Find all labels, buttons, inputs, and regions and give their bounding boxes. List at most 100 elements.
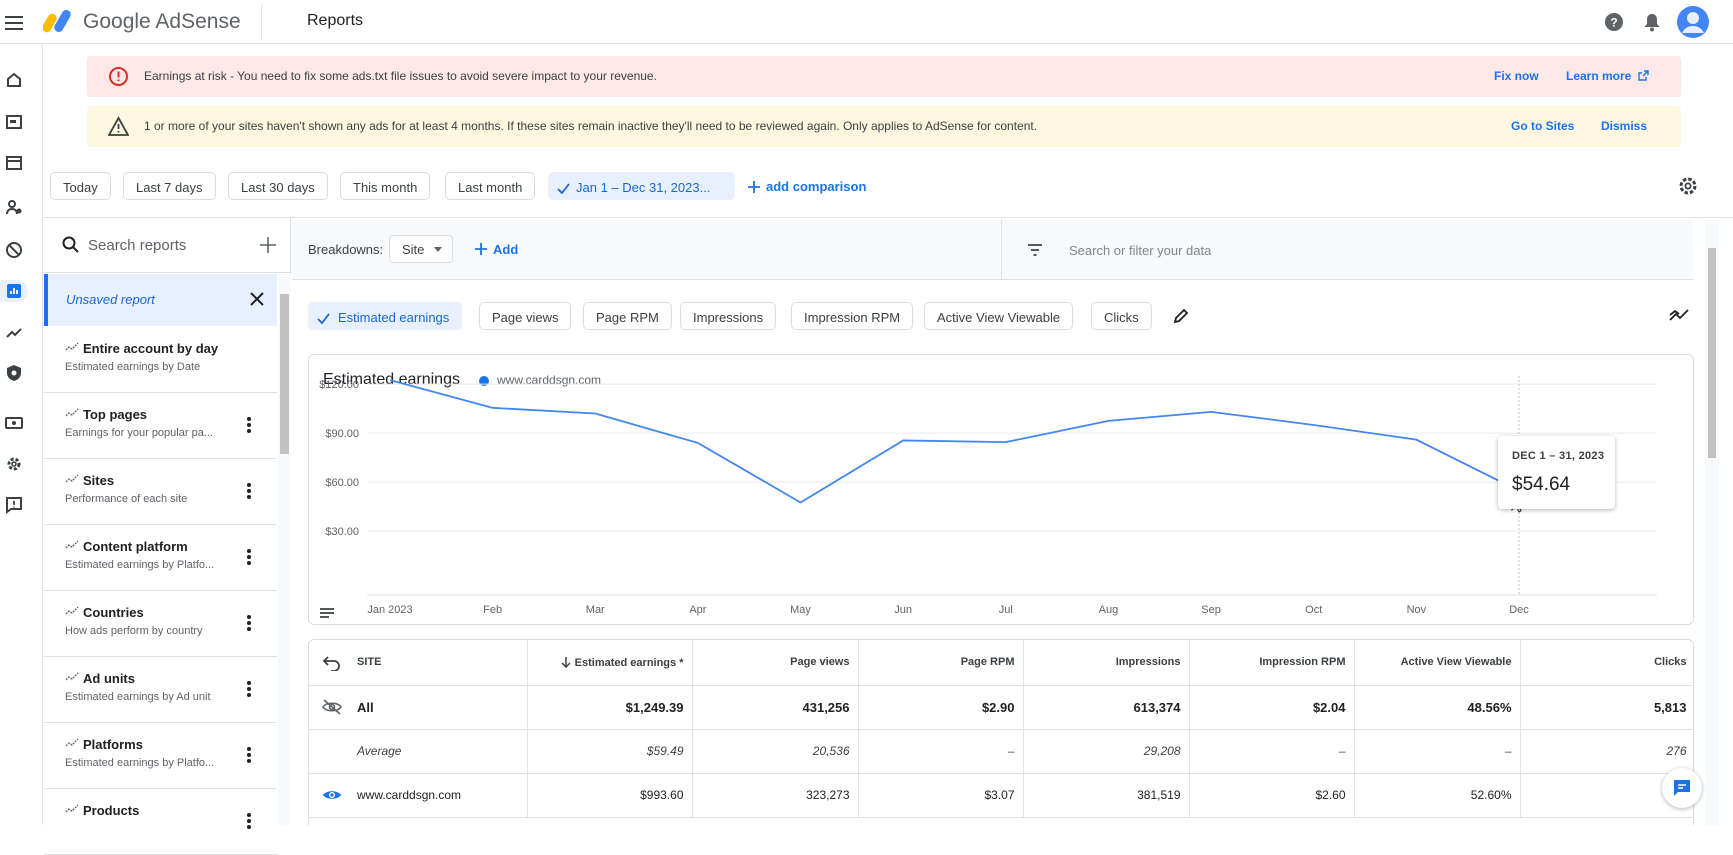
saved-report-item[interactable]: Content platform Estimated earnings by Pl…	[44, 525, 277, 591]
fix-now-link[interactable]: Fix now	[1494, 69, 1539, 83]
more-options-icon[interactable]	[246, 415, 252, 435]
saved-report-item[interactable]: Platforms Estimated earnings by Platfo...	[44, 723, 277, 789]
table-cell: $1,249.39	[527, 685, 693, 730]
sites-icon[interactable]	[3, 111, 25, 133]
sort-down-icon	[561, 656, 571, 668]
date-chip-last-month[interactable]: Last month	[445, 172, 536, 200]
search-reports[interactable]: Search reports	[44, 218, 291, 273]
table-cell: 613,374	[1023, 685, 1190, 730]
account-avatar[interactable]	[1677, 6, 1709, 38]
search-input[interactable]: Search reports	[88, 237, 186, 254]
breakdown-site-dropdown[interactable]: Site	[389, 235, 454, 263]
unsaved-report-label: Unsaved report	[66, 292, 155, 307]
more-options-icon[interactable]	[246, 745, 252, 765]
visibility-icon[interactable]	[309, 773, 351, 818]
metric-chip[interactable]: Page views	[479, 302, 572, 330]
column-header-impression-rpm[interactable]: Impression RPM	[1189, 640, 1355, 686]
caret-down-icon	[434, 247, 443, 252]
column-header-clicks[interactable]: Clicks	[1520, 640, 1693, 686]
panel-scrollbar[interactable]	[278, 274, 291, 825]
hide-all-icon[interactable]	[309, 685, 351, 730]
more-options-icon[interactable]	[246, 613, 252, 633]
filter-input[interactable]: Search or filter your data	[1069, 243, 1211, 258]
row-icon-spacer	[309, 729, 351, 774]
table-row[interactable]: www.carddsgn.com $993.60 323,273 $3.07 381,5…	[309, 773, 1693, 818]
saved-report-item[interactable]: Products	[44, 789, 277, 855]
date-chip-this-month[interactable]: This month	[340, 172, 431, 200]
date-chip-last-7-days[interactable]: Last 7 days	[123, 172, 216, 200]
menu-icon[interactable]	[2, 11, 26, 35]
report-settings-icon[interactable]	[1677, 175, 1699, 197]
saved-report-item[interactable]: Entire account by day Estimated earnings …	[44, 327, 277, 393]
chart-type-icon[interactable]	[1668, 306, 1690, 326]
report-description: How ads perform by country	[65, 625, 203, 637]
unsaved-report-item[interactable]: Unsaved report	[44, 274, 277, 326]
divider	[1001, 220, 1002, 280]
line-chart[interactable]: $30.00 $60.00 $90.00 $120.00 Jan 2023 Feb Mar A…	[309, 355, 1695, 626]
feedback-fab[interactable]	[1662, 768, 1702, 808]
x-tick-label: Dec	[1509, 604, 1529, 616]
check-icon	[317, 313, 330, 324]
table-cell: 431,256	[692, 685, 859, 730]
sparkline-icon	[65, 606, 79, 615]
column-header-estimated-earnings[interactable]: Estimated earnings *	[527, 640, 693, 686]
tooltip-value: $54.64	[1512, 474, 1571, 495]
add-comparison-button[interactable]: add comparison	[748, 179, 866, 194]
main-scrollbar[interactable]	[1705, 220, 1719, 825]
warning-icon	[108, 116, 129, 137]
more-options-icon[interactable]	[246, 679, 252, 699]
column-header-impressions[interactable]: Impressions	[1023, 640, 1190, 686]
help-icon[interactable]: ?	[1603, 11, 1625, 33]
report-description: Estimated earnings by Platfo...	[65, 559, 215, 571]
close-icon[interactable]	[247, 289, 267, 309]
column-header-site[interactable]: SITE	[351, 640, 528, 686]
metric-chip[interactable]: Page RPM	[583, 302, 672, 330]
date-chip-last-30-days[interactable]: Last 30 days	[228, 172, 328, 200]
more-options-icon[interactable]	[246, 481, 252, 501]
more-options-icon[interactable]	[246, 547, 252, 567]
saved-report-item[interactable]: Sites Performance of each site	[44, 459, 277, 525]
new-report-plus-icon[interactable]	[257, 234, 279, 256]
metric-chip[interactable]: Impressions	[680, 302, 777, 330]
column-header-page-views[interactable]: Page views	[692, 640, 859, 686]
edit-metrics-icon[interactable]	[1171, 306, 1191, 326]
saved-report-item[interactable]: Top pages Earnings for your popular pa...	[44, 393, 277, 459]
metric-chip[interactable]: Clicks	[1091, 302, 1152, 330]
ads-icon[interactable]	[3, 152, 25, 174]
learn-more-link[interactable]: Learn more	[1566, 69, 1649, 83]
notifications-icon[interactable]	[1641, 11, 1663, 33]
reports-icon[interactable]	[0, 280, 28, 302]
metric-chip[interactable]: Estimated earnings	[308, 302, 463, 330]
settings-icon[interactable]	[3, 453, 25, 475]
add-breakdown-button[interactable]: Add	[475, 242, 518, 257]
go-to-sites-link[interactable]: Go to Sites	[1511, 119, 1574, 133]
feedback-icon[interactable]	[3, 494, 25, 516]
x-tick-label: Feb	[483, 604, 502, 616]
payments-icon[interactable]	[3, 412, 25, 434]
date-chip-today[interactable]: Today	[50, 172, 111, 200]
table-row[interactable]: Average $59.49 20,536–29,208– –276	[309, 729, 1693, 774]
filter-icon[interactable]	[1025, 240, 1045, 260]
table-cell: $2.04	[1189, 685, 1355, 730]
undo-icon[interactable]	[309, 640, 351, 686]
table-row[interactable]: All $1,249.39 431,256 $2.90 613,374 $2.04 48.5…	[309, 685, 1693, 730]
metric-chip[interactable]: Active View Viewable	[924, 302, 1074, 330]
blocking-controls-icon[interactable]	[3, 239, 25, 261]
breakdowns-bar: Breakdowns: Site Add Search or filter yo…	[292, 220, 1693, 280]
saved-report-item[interactable]: Ad units Estimated earnings by Ad unit	[44, 657, 277, 723]
privacy-messaging-icon[interactable]	[3, 196, 25, 218]
home-icon[interactable]	[3, 69, 25, 91]
column-header-active-view-viewable[interactable]: Active View Viewable	[1354, 640, 1521, 686]
optimization-icon[interactable]	[3, 322, 25, 344]
saved-report-item[interactable]: Countries How ads perform by country	[44, 591, 277, 657]
metric-chip[interactable]: Impression RPM	[791, 302, 914, 330]
y-tick-label: $120.00	[319, 379, 359, 391]
table-view-icon[interactable]	[319, 607, 335, 621]
column-header-page-rpm[interactable]: Page RPM	[858, 640, 1024, 686]
more-options-icon[interactable]	[246, 811, 252, 831]
date-range-selector[interactable]: Jan 1 – Dec 31, 2023...	[548, 172, 735, 200]
policy-center-icon[interactable]	[3, 362, 25, 384]
error-icon	[108, 66, 129, 87]
dismiss-link[interactable]: Dismiss	[1601, 119, 1647, 133]
table-cell: $2.90	[858, 685, 1024, 730]
